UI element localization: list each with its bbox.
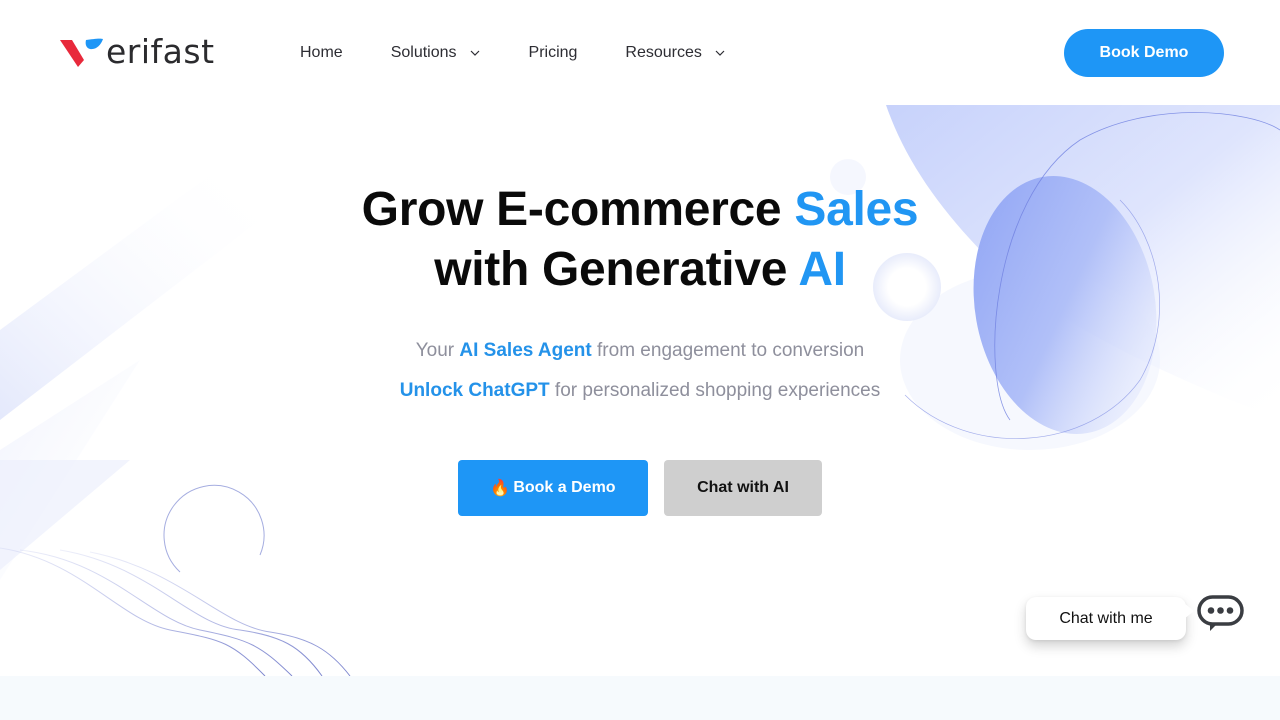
chevron-down-icon (715, 50, 725, 56)
nav-item-resources[interactable]: Resources (625, 42, 725, 64)
chat-with-ai-button[interactable]: Chat with AI (664, 460, 822, 516)
chat-with-me-bubble[interactable]: Chat with me (1026, 597, 1194, 640)
hero-section: Grow E-commerce Sales with Generative AI (0, 180, 1280, 300)
nav-item-label: Pricing (528, 44, 578, 61)
hero-title-highlight: Sales (794, 183, 919, 236)
nav-item-pricing[interactable]: Pricing (529, 42, 578, 64)
subtitle-highlight: AI Sales Agent (459, 340, 592, 361)
button-label: Chat with AI (697, 479, 789, 496)
nav-item-label: Solutions (390, 44, 457, 61)
nav-item-label: Resources (625, 44, 702, 61)
subtitle-text: for personalized shopping experiences (549, 380, 881, 401)
subtitle-highlight: Unlock ChatGPT (399, 380, 550, 401)
hero-title-highlight: AI (798, 243, 846, 296)
logo[interactable]: erifast (60, 32, 215, 72)
fire-icon: 🔥 (490, 480, 511, 497)
nav-item-solutions[interactable]: Solutions (391, 42, 481, 64)
nav-item-label: Home (300, 44, 343, 61)
hero-title-text: with Generative (434, 243, 799, 296)
hero-subtitle-1: Your AI Sales Agent from engagement to c… (0, 340, 1280, 362)
chat-bubble-label: Chat with me (1059, 609, 1153, 627)
main-nav: Home Solutions Pricing Resources (300, 42, 726, 64)
chevron-down-icon (470, 50, 479, 56)
nav-item-home[interactable]: Home (300, 42, 343, 64)
chat-dots-icon[interactable] (1196, 594, 1246, 636)
book-a-demo-button[interactable]: 🔥 Book a Demo (458, 460, 648, 516)
hero-subtitle-2: Unlock ChatGPT for personalized shopping… (0, 380, 1280, 402)
verifast-logo-mark-icon (60, 38, 103, 67)
button-label: Book a Demo (513, 479, 616, 496)
site-header: erifast Home Solutions Pricing Resources… (0, 0, 1280, 105)
logo-text: erifast (106, 32, 215, 71)
subtitle-text: Your (415, 340, 460, 361)
hero-title: Grow E-commerce Sales with Generative AI (0, 180, 1280, 300)
hero-title-text: Grow E-commerce (361, 183, 795, 236)
book-demo-button[interactable]: Book Demo (1064, 29, 1224, 77)
subtitle-text: from engagement to conversion (591, 340, 865, 361)
next-section-band (0, 676, 1280, 720)
